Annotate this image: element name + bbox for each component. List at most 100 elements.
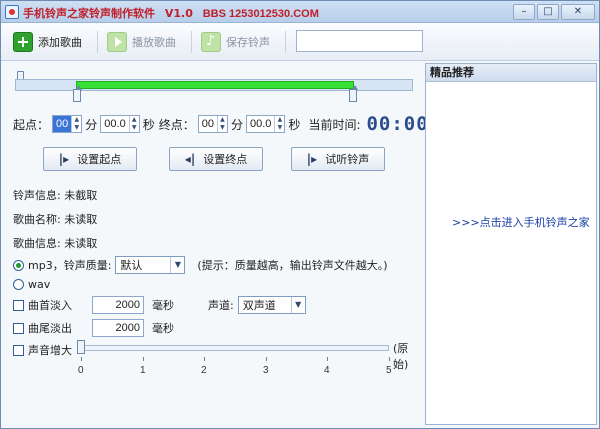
bracket-left-icon: ◂|: [184, 152, 196, 166]
add-song-button[interactable]: 添加歌曲: [13, 29, 82, 55]
save-ringtone-button[interactable]: 保存铃声: [201, 29, 270, 55]
window-title: 手机铃声之家铃声制作软件 V1.0 BBS 1253012530.COM: [23, 5, 319, 21]
arrow-up-icon[interactable]: ▲: [72, 116, 81, 124]
scale-tick-label: 4: [324, 365, 330, 376]
spinner-arrows[interactable]: ▲ ▼: [274, 116, 284, 132]
start-second-spinner[interactable]: 00.0 ▲ ▼: [100, 115, 140, 133]
fade-in-checkbox[interactable]: [13, 299, 24, 311]
recommend-header: 精品推荐: [426, 64, 596, 82]
start-handle[interactable]: [73, 85, 82, 102]
minimize-button[interactable]: –: [513, 4, 535, 20]
title-bar: 手机铃声之家铃声制作软件 V1.0 BBS 1253012530.COM – □…: [1, 1, 599, 23]
scale-tick: [389, 357, 390, 361]
scale-tick: [81, 357, 82, 361]
set-start-button[interactable]: |▸ 设置起点: [43, 147, 137, 171]
start-minute-spinner[interactable]: 00 ▲ ▼: [52, 115, 83, 133]
play-icon: [107, 32, 127, 52]
wav-radio[interactable]: [13, 279, 24, 290]
arrow-up-icon[interactable]: ▲: [275, 116, 284, 124]
mp3-radio[interactable]: [13, 259, 24, 271]
spinner-arrows[interactable]: ▲ ▼: [71, 116, 81, 132]
current-time-label: 当前时间:: [308, 117, 361, 132]
wav-option-row: wav: [13, 278, 50, 291]
quality-select[interactable]: 默认 ▼: [115, 256, 186, 274]
minute-unit: 分: [85, 117, 98, 132]
start-label: 起点：: [13, 117, 50, 132]
toolbar-divider: [191, 31, 192, 53]
arrow-down-icon[interactable]: ▼: [218, 124, 227, 132]
scale-tick: [204, 357, 205, 361]
scale-tick: [327, 357, 328, 361]
mp3-label: mp3，铃声质量:: [28, 259, 112, 272]
fade-in-label: 曲首淡入: [28, 299, 72, 312]
fade-out-row: 曲尾淡出 2000 毫秒: [13, 319, 174, 337]
quality-value: 默认: [120, 259, 143, 272]
volume-row: 声音增大: [13, 342, 72, 358]
start-second-value: 00.0: [104, 118, 126, 130]
preview-button[interactable]: |▸ 试听铃声: [291, 147, 385, 171]
maximize-button[interactable]: □: [537, 4, 559, 20]
play-song-button[interactable]: 播放歌曲: [107, 29, 176, 55]
chevron-down-icon: ▼: [170, 257, 184, 273]
fade-out-input[interactable]: 2000: [92, 319, 144, 337]
toolbar: 添加歌曲 播放歌曲 保存铃声: [1, 23, 599, 61]
end-minute-value: 00: [201, 118, 214, 130]
set-end-label: 设置终点: [203, 153, 248, 166]
volume-slider-thumb[interactable]: [77, 340, 85, 354]
app-version: V1.0: [164, 7, 193, 20]
app-window: 手机铃声之家铃声制作软件 V1.0 BBS 1253012530.COM – □…: [0, 0, 600, 429]
end-second-value: 00.0: [250, 118, 272, 130]
add-icon: [13, 32, 33, 52]
current-time-display: 00:00: [366, 113, 429, 135]
second-unit: 秒: [142, 117, 155, 132]
toolbar-text-field[interactable]: [296, 30, 423, 52]
save-ringtone-label: 保存铃声: [226, 36, 270, 49]
app-icon: [5, 5, 19, 19]
set-end-button[interactable]: ◂| 设置终点: [169, 147, 263, 171]
wav-label: wav: [28, 278, 51, 291]
fade-in-input[interactable]: 2000: [92, 296, 144, 314]
ms-unit: 毫秒: [152, 322, 174, 335]
ms-unit: 毫秒: [152, 299, 174, 312]
end-second-spinner[interactable]: 00.0 ▲ ▼: [246, 115, 286, 133]
song-name: 歌曲名称: 未读取: [13, 213, 98, 226]
chevron-down-icon: ▼: [290, 297, 305, 313]
toolbar-divider: [97, 31, 98, 53]
bracket-right-icon: |▸: [58, 152, 70, 166]
quality-hint: (提示：质量越高，输出铃声文件越大。): [197, 259, 388, 272]
scale-tick: [266, 357, 267, 361]
arrow-up-icon[interactable]: ▲: [218, 116, 227, 124]
end-minute-spinner[interactable]: 00 ▲ ▼: [197, 115, 228, 133]
arrow-down-icon[interactable]: ▼: [72, 124, 81, 132]
window-controls: – □ ✕: [513, 4, 595, 20]
volume-slider-track[interactable]: [81, 345, 389, 351]
song-info: 歌曲信息: 未读取: [13, 237, 98, 250]
mp3-option-row: mp3，铃声质量: 默认 ▼ (提示：质量越高，输出铃声文件越大。): [13, 256, 388, 274]
channel-value: 双声道: [242, 299, 276, 312]
recommend-panel: 精品推荐 >>>点击进入手机铃声之家: [425, 63, 597, 425]
scale-tick-label: 0: [78, 365, 84, 376]
play-range-icon: |▸: [306, 152, 318, 166]
channel-select[interactable]: 双声道 ▼: [237, 296, 306, 314]
end-handle[interactable]: [349, 85, 358, 102]
bbs-text: BBS 1253012530.COM: [202, 8, 319, 20]
arrow-down-icon[interactable]: ▼: [275, 124, 284, 132]
scale-tick-label: 3: [263, 365, 269, 376]
close-button[interactable]: ✕: [561, 4, 595, 20]
ringtone-home-link[interactable]: >>>点击进入手机铃声之家: [452, 214, 590, 230]
music-note-icon: [201, 32, 221, 52]
ringtone-info: 铃声信息: 未截取: [13, 189, 98, 202]
minute-unit: 分: [230, 117, 243, 132]
selected-range: [76, 81, 354, 89]
volume-checkbox[interactable]: [13, 344, 24, 356]
spinner-arrows[interactable]: ▲ ▼: [216, 116, 227, 132]
arrow-up-icon[interactable]: ▲: [130, 116, 139, 124]
arrow-down-icon[interactable]: ▼: [130, 124, 139, 132]
scale-tick-label: 2: [201, 365, 207, 376]
scale-tick-label: 5: [386, 365, 392, 376]
play-song-label: 播放歌曲: [132, 36, 176, 49]
time-controls: 起点： 00 ▲ ▼ 分 00.0 ▲ ▼ 秒 终点： 00 ▲ ▼ 分 00.0 ▲…: [13, 113, 429, 135]
fade-out-checkbox[interactable]: [13, 322, 24, 334]
editor-panel: 起点： 00 ▲ ▼ 分 00.0 ▲ ▼ 秒 终点： 00 ▲ ▼ 分 00.0 ▲…: [5, 63, 428, 425]
spinner-arrows[interactable]: ▲ ▼: [128, 116, 139, 132]
